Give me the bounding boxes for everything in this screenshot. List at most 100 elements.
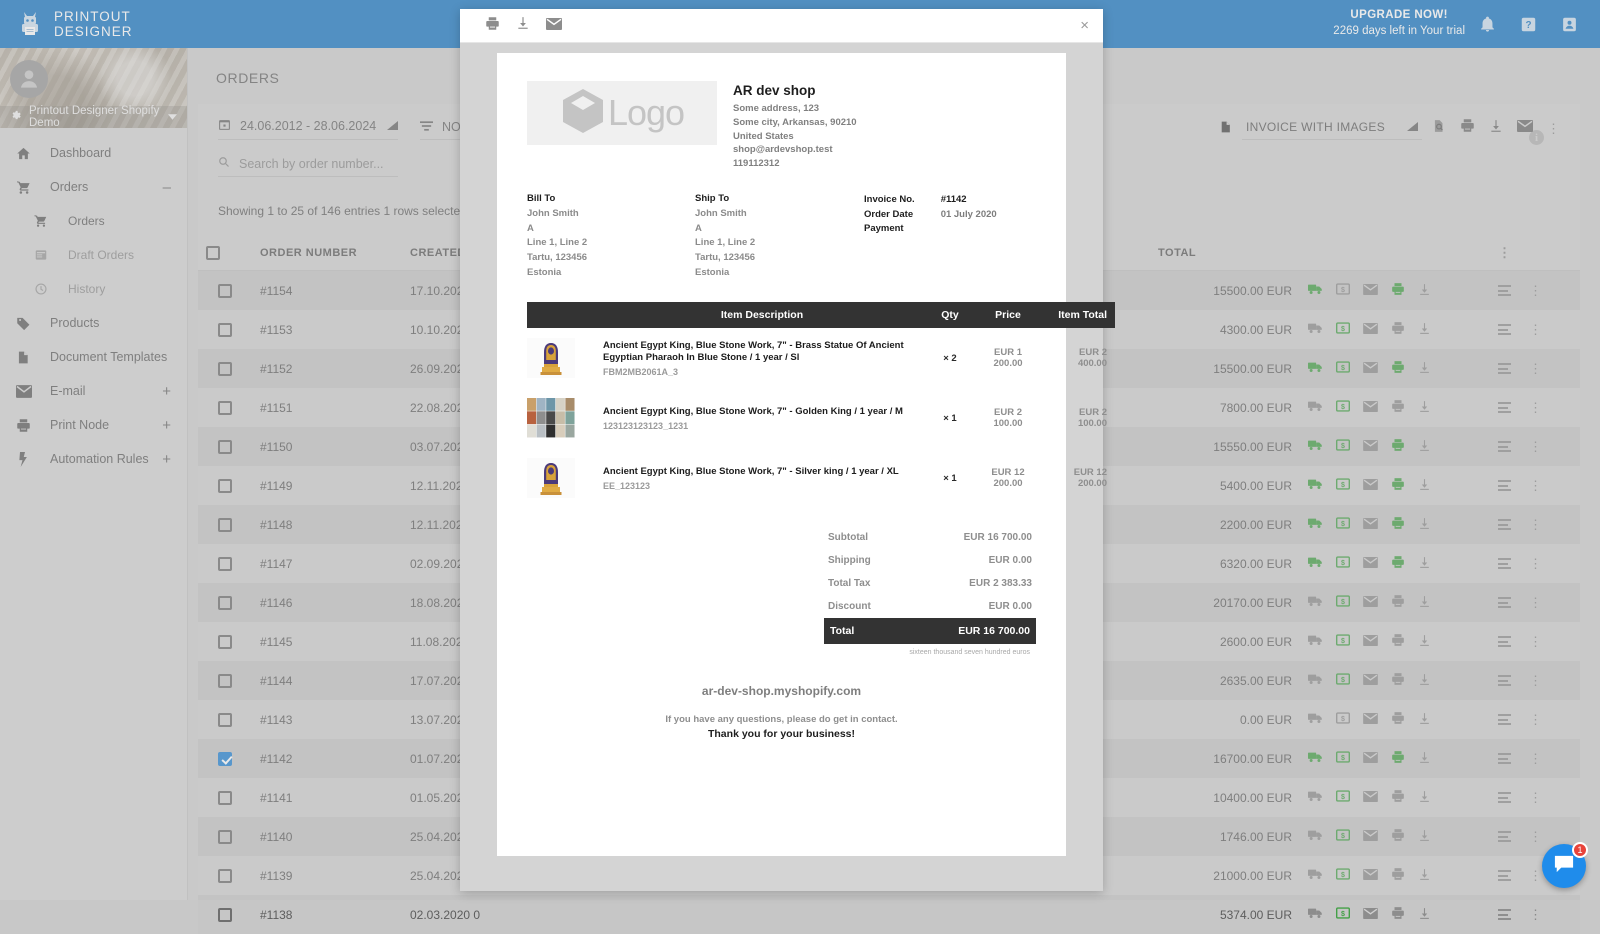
row-checkbox[interactable] — [218, 323, 232, 337]
kebab-icon[interactable]: ⋮ — [1529, 674, 1542, 687]
money-icon[interactable]: $ — [1336, 400, 1350, 415]
row-select-cell[interactable] — [198, 505, 252, 544]
row-select-cell[interactable] — [198, 310, 252, 349]
email-icon[interactable] — [1363, 908, 1378, 922]
avatar[interactable] — [10, 60, 48, 98]
download-icon[interactable] — [1418, 361, 1431, 377]
email-icon[interactable] — [1363, 869, 1378, 883]
brand[interactable]: PRINTOUT DESIGNER — [0, 9, 188, 39]
download-icon[interactable] — [1418, 829, 1431, 845]
kebab-icon[interactable]: ⋮ — [1547, 122, 1560, 135]
download-icon[interactable] — [1418, 322, 1431, 338]
row-select-cell[interactable] — [198, 661, 252, 700]
preview-icon[interactable] — [1432, 119, 1446, 138]
row-checkbox[interactable] — [218, 518, 232, 532]
money-icon[interactable]: $ — [1336, 868, 1350, 883]
kebab-icon[interactable]: ⋮ — [1529, 635, 1542, 648]
download-icon[interactable] — [1418, 595, 1431, 611]
row-select-cell[interactable] — [198, 271, 252, 311]
money-icon[interactable]: $ — [1336, 517, 1350, 532]
kebab-icon[interactable]: ⋮ — [1529, 908, 1542, 921]
row-checkbox[interactable] — [218, 557, 232, 571]
kebab-icon[interactable]: ⋮ — [1529, 596, 1542, 609]
email-icon[interactable] — [1363, 284, 1378, 298]
kebab-icon[interactable]: ⋮ — [1529, 713, 1542, 726]
email-icon[interactable] — [1363, 362, 1378, 376]
money-icon[interactable]: $ — [1336, 283, 1350, 298]
list-icon[interactable] — [1498, 870, 1511, 881]
email-icon[interactable] — [1363, 479, 1378, 493]
help-icon[interactable]: ? — [1520, 16, 1537, 33]
truck-icon[interactable] — [1308, 517, 1323, 532]
download-icon[interactable] — [1418, 907, 1431, 923]
kebab-icon[interactable]: ⋮ — [1529, 401, 1542, 414]
kebab-icon[interactable]: ⋮ — [1529, 440, 1542, 453]
collapse-indicator[interactable]: – — [163, 180, 171, 195]
print-icon[interactable] — [1391, 360, 1405, 377]
email-icon[interactable] — [1363, 440, 1378, 454]
list-icon[interactable] — [1498, 285, 1511, 296]
print-icon[interactable] — [1391, 321, 1405, 338]
row-checkbox[interactable] — [218, 635, 232, 649]
expand-indicator[interactable]: + — [162, 418, 171, 433]
print-icon[interactable] — [1391, 399, 1405, 416]
download-icon[interactable] — [1418, 673, 1431, 689]
row-select-cell[interactable] — [198, 583, 252, 622]
truck-icon[interactable] — [1308, 361, 1323, 376]
list-icon[interactable] — [1498, 402, 1511, 413]
kebab-icon[interactable]: ⋮ — [1529, 791, 1542, 804]
date-range-field[interactable]: 24.06.2012 - 28.06.2024 — [218, 118, 398, 140]
kebab-icon[interactable]: ⋮ — [1529, 752, 1542, 765]
print-icon[interactable] — [1391, 594, 1405, 611]
chat-launcher[interactable]: 1 — [1542, 844, 1586, 888]
money-icon[interactable]: $ — [1336, 595, 1350, 610]
row-checkbox[interactable] — [218, 284, 232, 298]
list-icon[interactable] — [1498, 909, 1511, 920]
expand-indicator[interactable]: + — [162, 384, 171, 399]
money-icon[interactable]: $ — [1336, 322, 1350, 337]
print-icon[interactable] — [1391, 282, 1405, 299]
email-icon[interactable] — [1363, 596, 1378, 610]
kebab-icon[interactable]: ⋮ — [1529, 479, 1542, 492]
list-icon[interactable] — [1498, 753, 1511, 764]
header-total[interactable]: TOTAL — [1150, 236, 1300, 271]
kebab-icon[interactable]: ⋮ — [1498, 245, 1511, 260]
list-icon[interactable] — [1498, 519, 1511, 530]
truck-icon[interactable] — [1308, 322, 1323, 337]
download-icon[interactable] — [516, 16, 530, 35]
print-icon[interactable] — [1391, 906, 1405, 923]
money-icon[interactable]: $ — [1336, 361, 1350, 376]
print-icon[interactable] — [1391, 555, 1405, 572]
list-icon[interactable] — [1498, 324, 1511, 335]
print-icon[interactable] — [1391, 672, 1405, 689]
email-icon[interactable] — [1363, 830, 1378, 844]
row-checkbox[interactable] — [218, 440, 232, 454]
sidebar-item-orders[interactable]: Orders – — [0, 170, 187, 204]
email-icon[interactable] — [1363, 401, 1378, 415]
kebab-icon[interactable]: ⋮ — [1529, 284, 1542, 297]
print-icon[interactable] — [1391, 867, 1405, 884]
table-row[interactable]: #113802.03.2020 05374.00 EUR$⋮ — [198, 895, 1580, 934]
row-select-cell[interactable] — [198, 427, 252, 466]
sidebar-item-dashboard[interactable]: Dashboard — [0, 136, 187, 170]
money-icon[interactable]: $ — [1336, 634, 1350, 649]
sidebar-item-email[interactable]: E-mail + — [0, 374, 187, 408]
download-icon[interactable] — [1418, 556, 1431, 572]
row-checkbox[interactable] — [218, 401, 232, 415]
row-checkbox[interactable] — [218, 713, 232, 727]
download-icon[interactable] — [1418, 478, 1431, 494]
download-icon[interactable] — [1418, 517, 1431, 533]
download-icon[interactable] — [1418, 283, 1431, 299]
kebab-icon[interactable]: ⋮ — [1529, 830, 1542, 843]
print-icon[interactable] — [1460, 118, 1475, 138]
upgrade-block[interactable]: UPGRADE NOW! 2269 days left in Your tria… — [1333, 8, 1479, 39]
row-select-cell[interactable] — [198, 895, 252, 934]
print-icon[interactable] — [1391, 750, 1405, 767]
row-select-cell[interactable] — [198, 739, 252, 778]
money-icon[interactable]: $ — [1336, 712, 1350, 727]
email-icon[interactable] — [1363, 674, 1378, 688]
money-icon[interactable]: $ — [1336, 439, 1350, 454]
print-icon[interactable] — [1391, 789, 1405, 806]
truck-icon[interactable] — [1308, 634, 1323, 649]
print-icon[interactable] — [1391, 477, 1405, 494]
